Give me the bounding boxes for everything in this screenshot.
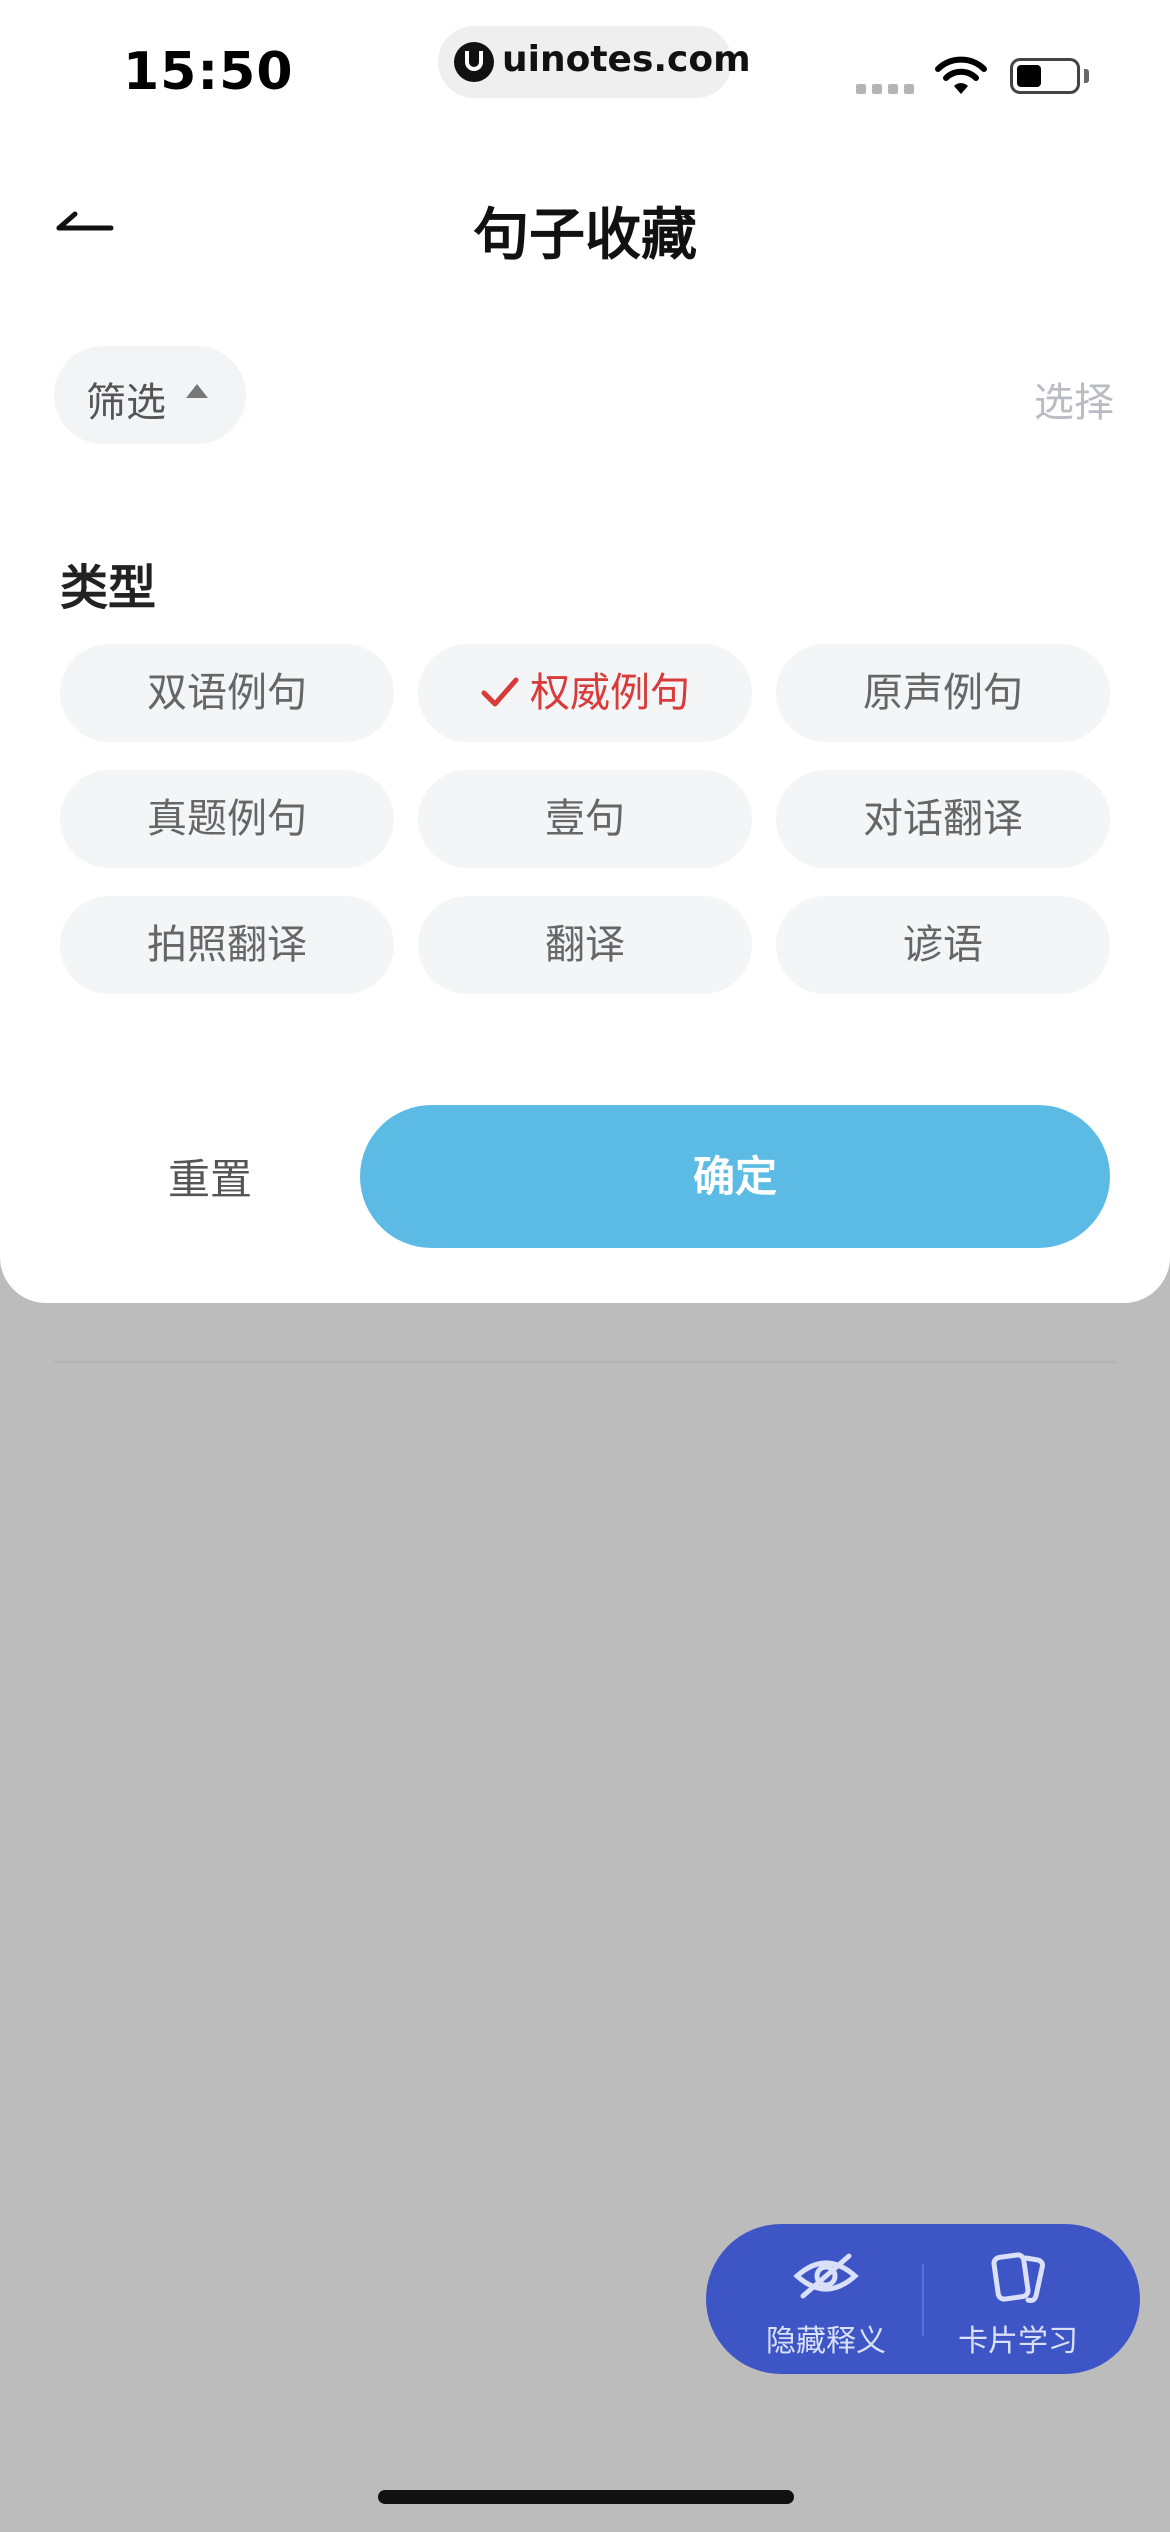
battery-cap	[1084, 69, 1089, 83]
url-pill[interactable]: uinotes.com	[438, 26, 751, 98]
status-bar: 15:50 uinotes.com	[0, 0, 1170, 130]
floating-action-bar: 隐藏释义 卡片学习	[706, 2224, 1140, 2374]
chip-dialogue-translation[interactable]: 对话翻译	[776, 770, 1110, 868]
chip-exam[interactable]: 真题例句	[60, 770, 394, 868]
page-title: 句子收藏	[473, 203, 697, 268]
chip-label: 原声例句	[863, 670, 1023, 716]
chip-label: 对话翻译	[863, 796, 1023, 842]
chip-bilingual[interactable]: 双语例句	[60, 644, 394, 742]
checkmark-icon	[481, 677, 519, 707]
section-title-type: 类型	[60, 560, 157, 616]
hide-definition-button[interactable]: 隐藏释义	[736, 2224, 916, 2374]
fab-divider	[922, 2264, 924, 2336]
chip-yiju[interactable]: 壹句	[418, 770, 752, 868]
eye-off-icon	[793, 2253, 859, 2299]
wifi-icon	[935, 56, 987, 94]
filter-label: 筛选	[86, 380, 166, 426]
cellular-signal-icon	[856, 84, 916, 94]
confirm-button[interactable]: 确定	[360, 1105, 1110, 1248]
chip-label: 真题例句	[147, 796, 307, 842]
url-text: uinotes.com	[502, 39, 751, 80]
chip-photo-translation[interactable]: 拍照翻译	[60, 896, 394, 994]
card-study-button[interactable]: 卡片学习	[928, 2224, 1108, 2374]
site-logo-icon	[454, 42, 494, 82]
chip-label: 双语例句	[147, 670, 307, 716]
select-button[interactable]: 选择	[1034, 370, 1114, 428]
status-time: 15:50	[123, 42, 294, 102]
filter-sheet: 句子收藏 筛选 选择 类型 双语例句 权威例句 原声例句 真题例句 壹句 对话翻…	[0, 0, 1170, 1303]
reset-button[interactable]: 重置	[120, 1150, 300, 1210]
list-divider	[54, 1361, 1116, 1363]
chip-proverb[interactable]: 谚语	[776, 896, 1110, 994]
hide-definition-label: 隐藏释义	[766, 2324, 886, 2359]
filter-button[interactable]: 筛选	[54, 346, 246, 444]
chip-label: 权威例句	[530, 670, 690, 716]
chip-original-audio[interactable]: 原声例句	[776, 644, 1110, 742]
home-indicator	[378, 2490, 794, 2504]
battery-icon	[1010, 58, 1080, 94]
caret-up-icon	[186, 384, 208, 398]
chip-label: 拍照翻译	[147, 922, 307, 968]
card-study-label: 卡片学习	[958, 2324, 1078, 2359]
cards-icon	[991, 2252, 1045, 2303]
chip-label: 翻译	[545, 922, 625, 968]
chip-translation[interactable]: 翻译	[418, 896, 752, 994]
chip-label: 壹句	[545, 796, 625, 842]
chip-label: 谚语	[903, 922, 983, 968]
chip-authoritative[interactable]: 权威例句	[418, 644, 752, 742]
